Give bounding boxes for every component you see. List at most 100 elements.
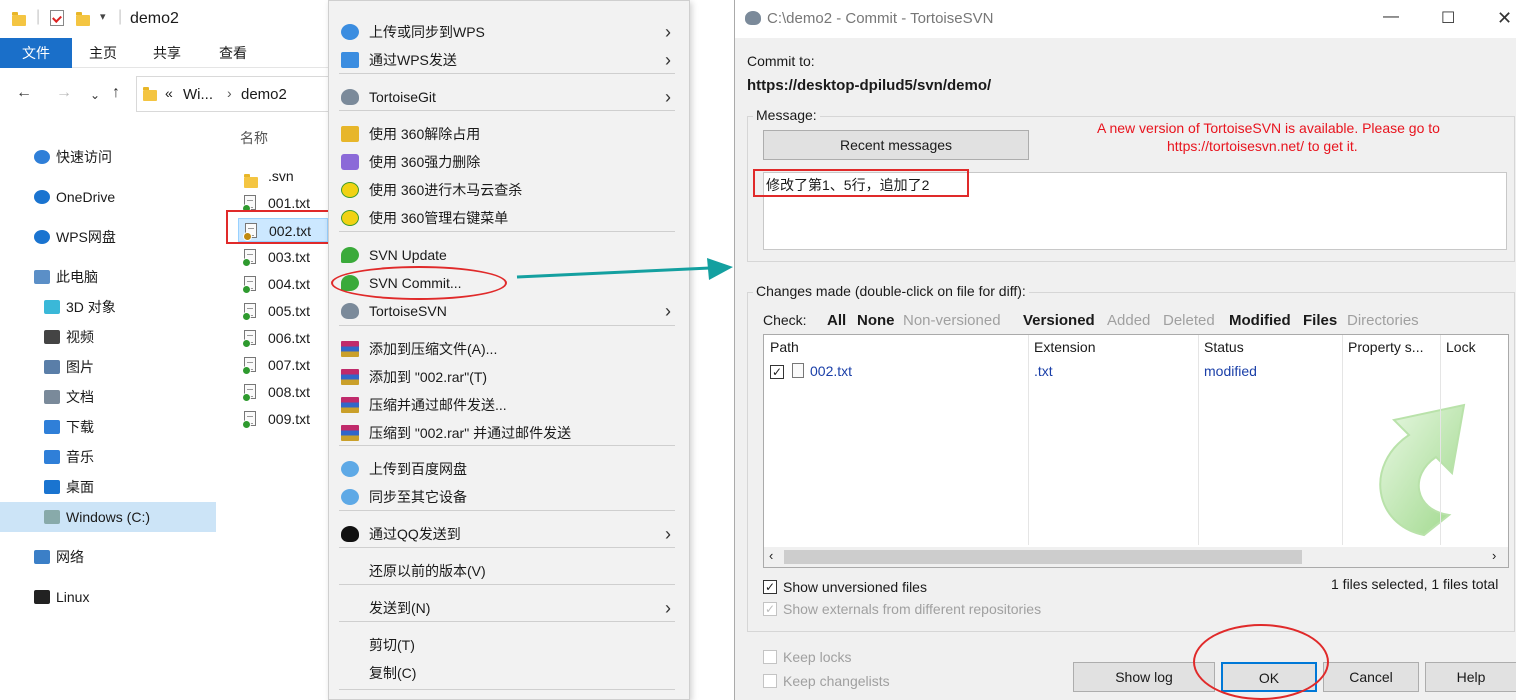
- nav-item[interactable]: 图片: [0, 352, 216, 382]
- recent-messages-button[interactable]: Recent messages: [763, 130, 1029, 160]
- keep-changelists-checkbox[interactable]: [763, 674, 777, 688]
- quick-access-dropdown-icon[interactable]: ▾: [100, 10, 106, 23]
- breadcrumb-part[interactable]: Wi...: [183, 86, 213, 103]
- menu-item[interactable]: 同步至其它设备: [329, 483, 689, 511]
- name-column-header[interactable]: 名称: [240, 128, 268, 148]
- minimize-icon[interactable]: —: [1383, 8, 1399, 26]
- show-unversioned-checkbox[interactable]: ✓: [763, 580, 777, 594]
- keep-changelists-label[interactable]: Keep changelists: [783, 673, 890, 689]
- menu-item[interactable]: 复制(C): [329, 659, 689, 687]
- file-item[interactable]: 009.txt: [238, 407, 328, 431]
- menu-item-label: SVN Update: [369, 247, 447, 263]
- nav-item[interactable]: WPS网盘: [0, 222, 216, 252]
- nav-item[interactable]: Windows (C:): [0, 502, 216, 532]
- cancel-button[interactable]: Cancel: [1323, 662, 1419, 692]
- menu-item[interactable]: 发送到(N) ›: [329, 594, 689, 622]
- column-status[interactable]: Status: [1204, 339, 1244, 355]
- nav-item[interactable]: 音乐: [0, 442, 216, 472]
- new-folder-icon[interactable]: [76, 12, 90, 29]
- file-item[interactable]: .svn: [238, 164, 328, 188]
- tab-share[interactable]: 共享: [153, 43, 181, 63]
- toolbar-divider: |: [118, 8, 123, 25]
- check-filter-none[interactable]: None: [857, 312, 895, 329]
- tab-file[interactable]: 文件: [0, 38, 72, 68]
- file-item[interactable]: 003.txt: [238, 245, 328, 269]
- show-externals-label[interactable]: Show externals from different repositori…: [783, 601, 1041, 617]
- check-filter-versioned[interactable]: Versioned: [1023, 312, 1095, 329]
- show-externals-checkbox[interactable]: ✓: [763, 602, 777, 616]
- nav-item[interactable]: 网络: [0, 542, 216, 572]
- nav-item[interactable]: OneDrive: [0, 182, 216, 212]
- menu-item[interactable]: 压缩并通过邮件发送...: [329, 391, 689, 419]
- forward-arrow-icon[interactable]: →: [56, 84, 72, 102]
- nav-item[interactable]: Linux: [0, 582, 216, 612]
- file-item[interactable]: 004.txt: [238, 272, 328, 296]
- menu-item-label: TortoiseGit: [369, 89, 436, 105]
- address-input[interactable]: « Wi... › demo2: [136, 76, 336, 112]
- menu-item[interactable]: 上传或同步到WPS ›: [329, 18, 689, 46]
- nav-item[interactable]: 下载: [0, 412, 216, 442]
- menu-item[interactable]: 添加到压缩文件(A)...: [329, 335, 689, 363]
- tab-home[interactable]: 主页: [89, 43, 117, 63]
- nav-item[interactable]: 此电脑: [0, 262, 216, 292]
- breadcrumb-part[interactable]: demo2: [241, 86, 287, 103]
- check-filter-modified[interactable]: Modified: [1229, 312, 1291, 329]
- recent-locations-chevron-icon[interactable]: ⌄: [90, 88, 100, 102]
- scrollbar-thumb[interactable]: [784, 550, 1302, 564]
- menu-item[interactable]: 使用 360强力删除: [329, 148, 689, 176]
- back-arrow-icon[interactable]: ←: [16, 84, 32, 102]
- menu-item[interactable]: TortoiseSVN ›: [329, 297, 689, 325]
- keep-locks-label[interactable]: Keep locks: [783, 649, 851, 665]
- menu-item[interactable]: 使用 360进行木马云查杀: [329, 176, 689, 204]
- scroll-left-icon[interactable]: ‹: [769, 548, 773, 563]
- column-extension[interactable]: Extension: [1034, 339, 1095, 355]
- nav-item[interactable]: 文档: [0, 382, 216, 412]
- nav-item[interactable]: 视频: [0, 322, 216, 352]
- show-unversioned-label[interactable]: Show unversioned files: [783, 579, 927, 595]
- update-notice-link[interactable]: https://tortoisesvn.net/ to get it.: [1167, 138, 1358, 154]
- maximize-icon[interactable]: ☐: [1441, 8, 1455, 28]
- menu-item[interactable]: 使用 360解除占用: [329, 120, 689, 148]
- file-item[interactable]: 007.txt: [238, 353, 328, 377]
- address-overflow[interactable]: «: [165, 85, 173, 101]
- menu-item[interactable]: 使用 360管理右键菜单: [329, 204, 689, 232]
- menu-item[interactable]: 通过WPS发送 ›: [329, 46, 689, 74]
- svn-normal-badge-icon: [242, 285, 251, 294]
- column-lock[interactable]: Lock: [1446, 339, 1476, 355]
- horizontal-scrollbar[interactable]: ‹ ›: [764, 547, 1508, 567]
- check-filter-added[interactable]: Added: [1107, 312, 1150, 329]
- check-filter-files[interactable]: Files: [1303, 312, 1337, 329]
- menu-item[interactable]: 压缩到 "002.rar" 并通过邮件发送: [329, 419, 689, 447]
- keep-locks-checkbox[interactable]: [763, 650, 777, 664]
- file-item[interactable]: 005.txt: [238, 299, 328, 323]
- nav-item[interactable]: 桌面: [0, 472, 216, 502]
- scroll-right-icon[interactable]: ›: [1492, 548, 1496, 563]
- file-item[interactable]: 008.txt: [238, 380, 328, 404]
- column-separator: [1028, 335, 1029, 545]
- check-filter-deleted[interactable]: Deleted: [1163, 312, 1215, 329]
- nav-item[interactable]: 快速访问: [0, 142, 216, 172]
- menu-item[interactable]: 通过QQ发送到 ›: [329, 520, 689, 548]
- row-checkbox[interactable]: ✓: [770, 365, 784, 379]
- column-property-status[interactable]: Property s...: [1348, 339, 1423, 355]
- help-button[interactable]: Help: [1425, 662, 1516, 692]
- check-filter-non-versioned[interactable]: Non-versioned: [903, 312, 1001, 329]
- nav-item[interactable]: 3D 对象: [0, 292, 216, 322]
- up-arrow-icon[interactable]: ↑: [112, 84, 120, 102]
- menu-item[interactable]: TortoiseGit ›: [329, 83, 689, 111]
- file-item[interactable]: 006.txt: [238, 326, 328, 350]
- menu-item[interactable]: 剪切(T): [329, 631, 689, 659]
- rar-icon: [341, 397, 359, 413]
- changes-list[interactable]: Path Extension Status Property s... Lock…: [763, 334, 1509, 568]
- check-filter-directories[interactable]: Directories: [1347, 312, 1419, 329]
- column-path[interactable]: Path: [770, 339, 799, 355]
- menu-item[interactable]: 上传到百度网盘: [329, 455, 689, 483]
- menu-item-label: 还原以前的版本(V): [369, 563, 486, 579]
- check-filter-all[interactable]: All: [827, 312, 846, 329]
- properties-icon[interactable]: [50, 10, 64, 26]
- tab-view[interactable]: 查看: [219, 43, 247, 63]
- menu-item[interactable]: 还原以前的版本(V): [329, 557, 689, 585]
- close-icon[interactable]: ✕: [1497, 8, 1512, 29]
- menu-item-label: 添加到 "002.rar"(T): [369, 369, 488, 385]
- menu-item[interactable]: 添加到 "002.rar"(T): [329, 363, 689, 391]
